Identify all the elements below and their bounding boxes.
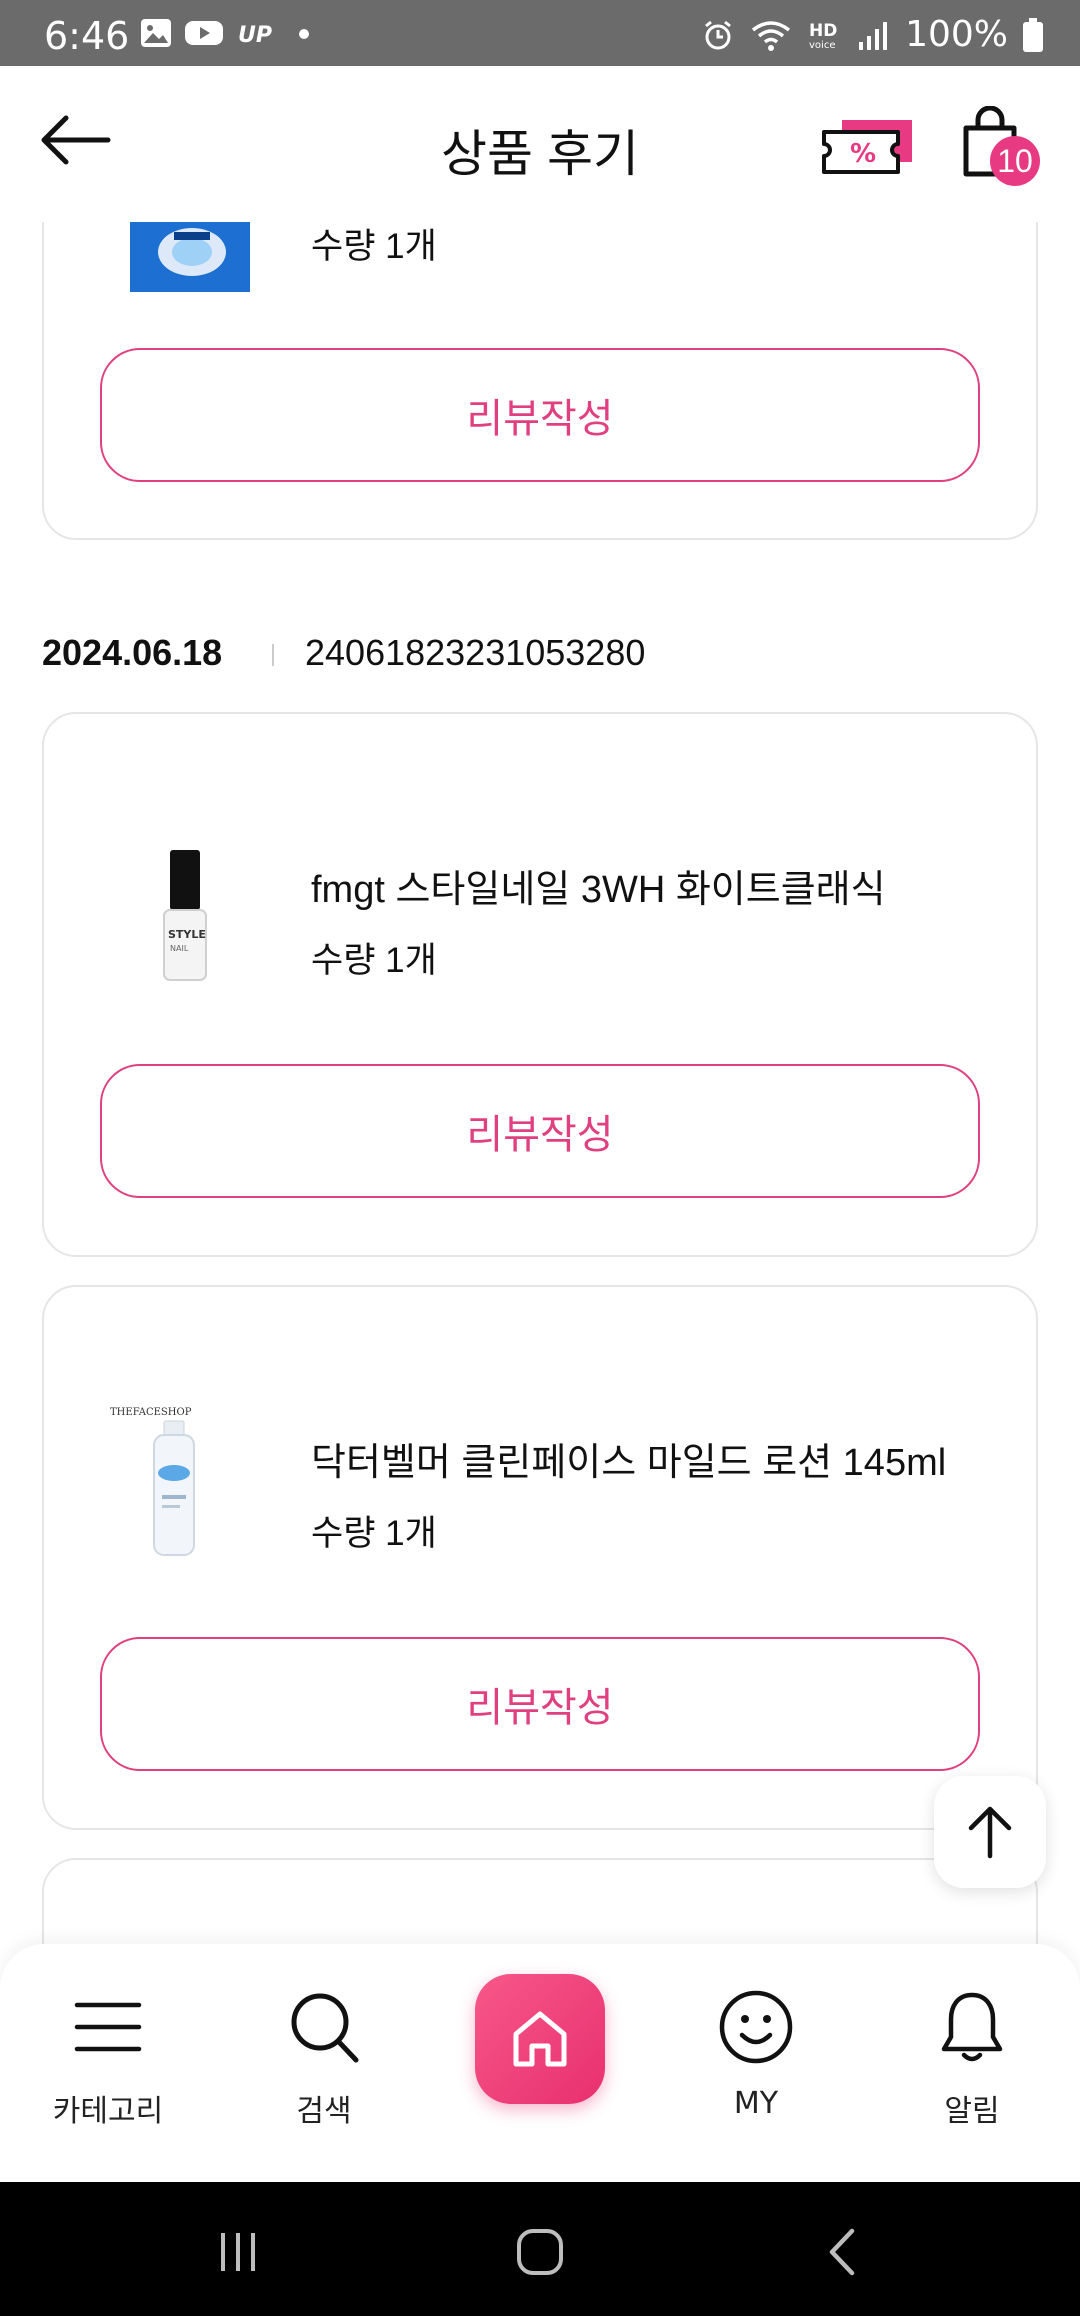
chevron-left-icon: [829, 2228, 855, 2276]
menu-icon: [74, 2002, 142, 2052]
uplus-icon: UP: [238, 23, 272, 48]
recent-apps-button[interactable]: [198, 2212, 278, 2292]
divider: [272, 644, 274, 666]
svg-text:STYLE: STYLE: [168, 928, 206, 941]
app-header: 상품 후기 % 10: [0, 66, 1080, 222]
signal-icon: [859, 21, 888, 50]
product-image: STYLE NAIL: [134, 848, 238, 984]
svg-text:voice: voice: [809, 40, 835, 51]
cart-button[interactable]: 10: [960, 105, 1050, 196]
status-system-icons: HD voice 100%: [701, 14, 1044, 55]
quantity-label: 수량 1개: [311, 227, 437, 266]
recent-apps-icon: [221, 2233, 255, 2271]
battery-icon: [1023, 17, 1043, 52]
quantity-label: 수량 1개: [311, 1514, 437, 1553]
nav-item-home[interactable]: [475, 1974, 605, 2104]
svg-text:UP: UP: [238, 23, 272, 48]
status-notification-icons: UP: [140, 18, 314, 48]
svg-text:%: %: [850, 139, 876, 169]
write-review-button[interactable]: 리뷰작성: [100, 1064, 980, 1198]
svg-text:HD: HD: [809, 21, 837, 41]
bottom-nav: 카테고리 검색 MY 알림: [0, 1944, 1080, 2182]
home-icon: [513, 2011, 567, 2067]
svg-text:NAIL: NAIL: [170, 944, 189, 953]
gallery-icon: [141, 19, 171, 47]
bell-icon: [941, 1992, 1003, 2062]
product-name: 닥터벨머 클린페이스 마일드 로션 145ml: [311, 1442, 947, 1484]
quantity-label: 수량 1개: [311, 941, 437, 980]
wifi-icon: [752, 20, 791, 51]
product-name: fmgt 스타일네일 3WH 화이트클래식: [311, 869, 886, 911]
nav-item-my[interactable]: MY: [676, 1982, 836, 2142]
nav-label: MY: [733, 2086, 779, 2121]
home-system-button[interactable]: [500, 2212, 580, 2292]
nav-label: 검색: [296, 2094, 352, 2129]
smiley-icon: [719, 1990, 793, 2064]
scroll-to-top-button[interactable]: [934, 1776, 1046, 1888]
battery-level: 100%: [905, 14, 1008, 55]
write-review-button[interactable]: 리뷰작성: [100, 348, 980, 482]
home-circle-icon: [517, 2229, 563, 2275]
review-card: STYLE NAIL fmgt 스타일네일 3WH 화이트클래식 수량 1개 리뷰…: [42, 712, 1038, 1257]
product-image: THEFACESHOP: [104, 1401, 244, 1561]
nav-item-search[interactable]: 검색: [244, 1982, 404, 2142]
coupon-button[interactable]: %: [820, 116, 916, 180]
arrow-up-icon: [968, 1806, 1012, 1859]
back-system-button[interactable]: [802, 2212, 882, 2292]
youtube-icon: [185, 21, 223, 45]
order-date: 2024.06.18: [42, 632, 223, 673]
alarm-icon: [705, 20, 732, 49]
product-image: [130, 222, 250, 292]
status-time: 6:46: [44, 14, 130, 58]
svg-text:THEFACESHOP: THEFACESHOP: [110, 1407, 192, 1418]
write-review-button[interactable]: 리뷰작성: [100, 1637, 980, 1771]
nav-item-notifications[interactable]: 알림: [892, 1982, 1052, 2142]
nav-label: 카테고리: [52, 2094, 164, 2129]
status-bar: 6:46 UP HD voice 100%: [0, 0, 1080, 66]
hd-voice-icon: HDvoice: [809, 21, 837, 51]
review-card: THEFACESHOP 닥터벨머 클린페이스 마일드 로션 145ml 수량 1…: [42, 1285, 1038, 1830]
system-nav-bar: [0, 2182, 1080, 2316]
coupon-icon: %: [822, 120, 912, 174]
page-title: 상품 후기: [441, 126, 639, 182]
nav-label: 알림: [944, 2094, 1000, 2129]
order-number: 24061823231053280: [305, 632, 646, 673]
cart-count-badge: 10: [990, 136, 1040, 186]
dot-icon: [299, 29, 309, 39]
nav-item-category[interactable]: 카테고리: [28, 1982, 188, 2142]
search-icon: [291, 1993, 359, 2063]
